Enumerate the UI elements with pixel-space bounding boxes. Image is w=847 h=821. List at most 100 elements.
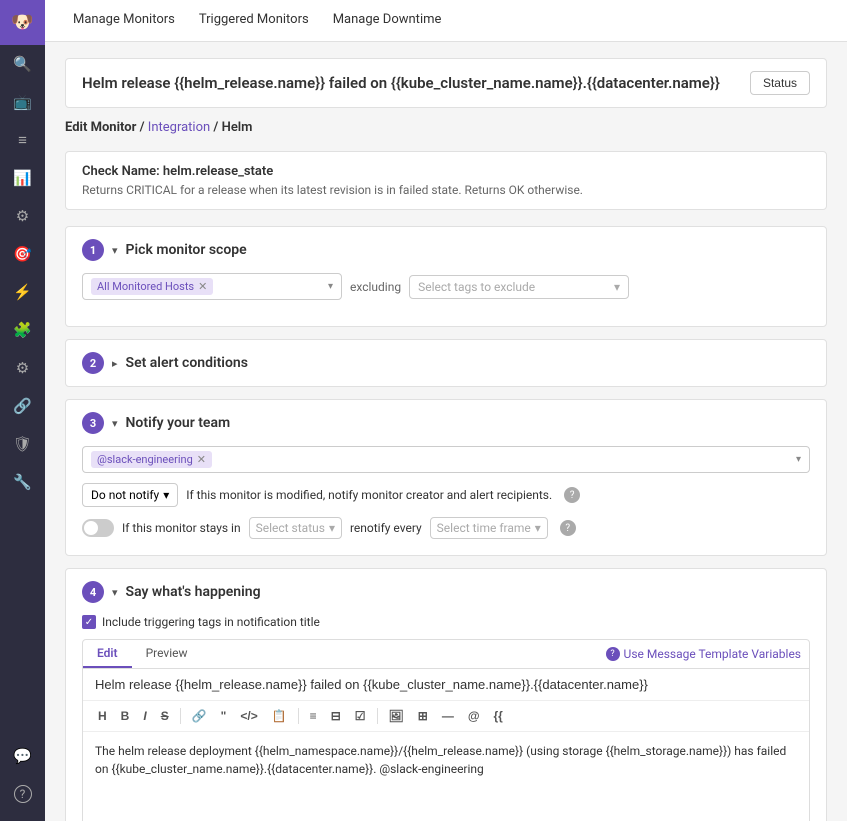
sidebar-item-help[interactable]: ? (0, 775, 45, 813)
message-title-input[interactable] (83, 669, 809, 701)
notify-modification-row: Do not notify ▾ If this monitor is modif… (82, 483, 810, 507)
sidebar-item-chat[interactable]: 💬 (0, 737, 45, 775)
status-select[interactable]: Select status ▾ (249, 517, 342, 539)
monitor-header: Helm release {{helm_release.name}} faile… (65, 58, 827, 108)
toolbar-code[interactable]: </> (235, 707, 262, 725)
toolbar-strikethrough[interactable]: S (156, 707, 174, 725)
list-icon: ≡ (18, 131, 27, 149)
check-description: Returns CRITICAL for a release when its … (82, 183, 810, 197)
team-select-arrow-icon: ▾ (796, 454, 801, 465)
chevron-down-icon: ▾ (112, 244, 118, 257)
sidebar-item-list[interactable]: ≡ (0, 121, 45, 159)
section-alert-title: Set alert conditions (126, 355, 248, 371)
toolbar-bold[interactable]: B (116, 707, 135, 725)
status-select-arrow-icon: ▾ (329, 521, 335, 535)
step-badge-3: 3 (82, 412, 104, 434)
exclude-tags-select[interactable]: Select tags to exclude ▾ (409, 275, 629, 299)
section-message: 4 ▾ Say what's happening ✓ Include trigg… (65, 568, 827, 821)
section-message-header[interactable]: 4 ▾ Say what's happening (66, 569, 826, 615)
editor-tabs-row: Edit Preview ? Use Message Template Vari… (83, 640, 809, 669)
target-icon: 🎯 (13, 245, 32, 263)
sidebar-item-target[interactable]: 🎯 (0, 235, 45, 273)
time-select-arrow-icon: ▾ (535, 521, 541, 535)
status-button[interactable]: Status (750, 71, 810, 95)
toolbar-mention[interactable]: @ (463, 707, 485, 725)
monitor-title: Helm release {{helm_release.name}} faile… (82, 74, 720, 92)
toolbar-link[interactable]: 🔗 (187, 707, 212, 725)
sidebar-item-link[interactable]: 🔗 (0, 387, 45, 425)
notify-option-arrow-icon: ▾ (163, 488, 169, 502)
integrations-icon: ⚙ (16, 207, 29, 225)
apm-icon: ⚡ (13, 283, 32, 301)
question-icon: ? (606, 647, 620, 661)
team-notify-select[interactable]: @slack-engineering ✕ ▾ (82, 446, 810, 473)
scope-form-row: All Monitored Hosts ✕ ▾ excluding Select… (82, 273, 810, 300)
chevron-down-icon-3: ▾ (112, 417, 118, 430)
search-icon: 🔍 (13, 55, 32, 73)
renotify-every-label: renotify every (350, 521, 422, 535)
section-notify: 3 ▾ Notify your team @slack-engineering … (65, 399, 827, 556)
toolbar-checkbox[interactable]: ☑ (350, 707, 371, 725)
toolbar-table[interactable]: ⊞ (413, 707, 433, 725)
remove-slack-pill[interactable]: ✕ (197, 453, 206, 466)
sidebar-item-integrations[interactable]: ⚙ (0, 197, 45, 235)
sidebar-item-puzzle[interactable]: 🧩 (0, 311, 45, 349)
toolbar-unordered-list[interactable]: ≡ (305, 707, 322, 725)
sidebar-item-chart[interactable]: 📊 (0, 159, 45, 197)
monitored-hosts-select[interactable]: All Monitored Hosts ✕ ▾ (82, 273, 342, 300)
check-name: Check Name: helm.release_state (82, 164, 810, 179)
sidebar-item-manage[interactable]: 🔧 (0, 463, 45, 501)
notify-help-icon[interactable]: ? (564, 487, 580, 503)
breadcrumb-integration[interactable]: Integration (148, 120, 210, 135)
sidebar-item-security[interactable]: 🛡 (0, 425, 45, 463)
check-info-box: Check Name: helm.release_state Returns C… (65, 151, 827, 210)
sidebar-item-monitor[interactable]: 📺 (0, 83, 45, 121)
remove-all-hosts-pill[interactable]: ✕ (198, 280, 207, 293)
excluding-label: excluding (350, 280, 401, 294)
message-editor-body[interactable]: The helm release deployment {{helm_names… (83, 732, 809, 821)
section-alert-header[interactable]: 2 ▸ Set alert conditions (66, 340, 826, 386)
section-notify-title: Notify your team (126, 415, 231, 431)
puzzle-icon: 🧩 (13, 321, 32, 339)
chat-icon: 💬 (13, 747, 32, 765)
nav-manage-monitors[interactable]: Manage Monitors (61, 0, 187, 42)
use-template-link[interactable]: ? Use Message Template Variables (598, 643, 809, 665)
section-scope-header[interactable]: 1 ▾ Pick monitor scope (66, 227, 826, 273)
renotify-row: If this monitor stays in Select status ▾… (82, 517, 810, 539)
exclude-placeholder: Select tags to exclude (418, 280, 535, 294)
editor-toolbar: H B I S 🔗 " </> 📋 ≡ ⊟ ☑ 🖼 (83, 701, 809, 732)
tab-edit[interactable]: Edit (83, 640, 132, 668)
breadcrumb-helm: Helm (222, 120, 253, 135)
sidebar-item-search[interactable]: 🔍 (0, 45, 45, 83)
toolbar-copy[interactable]: 📋 (267, 707, 292, 725)
toolbar-variable[interactable]: {{ (489, 707, 508, 725)
section-notify-body: @slack-engineering ✕ ▾ Do not notify ▾ I… (66, 446, 826, 555)
sidebar-logo[interactable]: 🐶 (0, 0, 45, 45)
toolbar-italic[interactable]: I (138, 707, 151, 725)
chevron-right-icon: ▸ (112, 357, 118, 370)
toolbar-heading[interactable]: H (93, 707, 112, 725)
sidebar: 🐶 🔍 📺 ≡ 📊 ⚙ 🎯 ⚡ 🧩 ⚙ 🔗 🛡 🔧 💬 ? (0, 0, 45, 821)
renotify-toggle[interactable] (82, 519, 114, 537)
nav-manage-downtime[interactable]: Manage Downtime (321, 0, 454, 42)
time-frame-select[interactable]: Select time frame ▾ (430, 517, 548, 539)
stays-in-label: If this monitor stays in (122, 521, 241, 535)
renotify-help-icon[interactable]: ? (560, 520, 576, 536)
page-content: Helm release {{helm_release.name}} faile… (45, 42, 847, 821)
toolbar-ordered-list[interactable]: ⊟ (326, 707, 346, 725)
sidebar-item-apm[interactable]: ⚡ (0, 273, 45, 311)
section-alert: 2 ▸ Set alert conditions (65, 339, 827, 387)
toolbar-hr[interactable]: — (437, 707, 459, 725)
link-icon: 🔗 (13, 397, 32, 415)
tab-preview[interactable]: Preview (132, 640, 202, 668)
exclude-arrow-icon: ▾ (614, 280, 620, 294)
toolbar-image[interactable]: 🖼 (384, 707, 409, 725)
nav-triggered-monitors[interactable]: Triggered Monitors (187, 0, 321, 42)
toolbar-quote[interactable]: " (216, 707, 232, 725)
sidebar-item-gear[interactable]: ⚙ (0, 349, 45, 387)
step-badge-1: 1 (82, 239, 104, 261)
section-notify-header[interactable]: 3 ▾ Notify your team (66, 400, 826, 446)
section-message-title: Say what's happening (126, 584, 261, 600)
do-not-notify-select[interactable]: Do not notify ▾ (82, 483, 178, 507)
triggering-tags-checkbox[interactable]: ✓ (82, 615, 96, 629)
